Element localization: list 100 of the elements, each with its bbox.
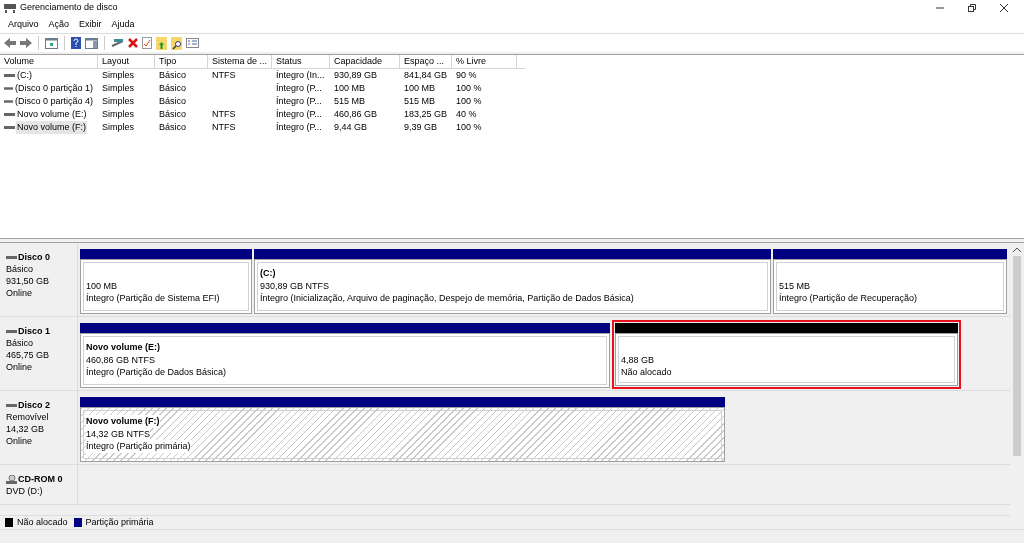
scroll-up-icon[interactable] <box>1013 247 1021 252</box>
table-cell-text: Simples <box>102 94 134 108</box>
app-icon <box>4 3 16 13</box>
disk-name: CD-ROM 0 <box>18 473 63 485</box>
help-icon[interactable] <box>71 37 81 49</box>
table-cell[interactable]: (C:) <box>16 68 33 83</box>
table-cell-text: 930,89 GB <box>334 68 378 82</box>
restore-icon[interactable] <box>968 4 976 12</box>
table-cell-text: 100 MB <box>404 81 436 95</box>
table-cell-text: 9,44 GB <box>334 120 368 134</box>
table-cell[interactable]: Novo volume (F:) <box>16 120 88 135</box>
table-cell-text: 100 MB <box>334 81 366 95</box>
table-cell-text: Íntegro (P... <box>276 81 322 95</box>
table-cell-text: Simples <box>102 107 134 121</box>
partition-info: Íntegro (Partição primária) <box>86 440 191 453</box>
table-cell-text: 100 % <box>456 120 482 134</box>
table-cell[interactable]: (Disco 0 partição 1) <box>13 81 94 96</box>
menu-item[interactable]: Ajuda <box>111 17 135 32</box>
close-icon[interactable] <box>1000 4 1008 12</box>
volume-icon <box>4 71 15 80</box>
disk-info: Básico <box>6 337 34 349</box>
disk-info: Básico <box>6 263 34 275</box>
volume-icon <box>4 123 15 132</box>
cd-drive-icon <box>6 474 17 484</box>
table-cell-text: Íntegro (In... <box>276 68 325 82</box>
table-cell-text: 515 MB <box>334 94 366 108</box>
table-cell-text: Básico <box>159 120 186 134</box>
table-cell-text: Básico <box>159 94 186 108</box>
partition-info: Íntegro (Partição de Dados Básica) <box>86 366 227 379</box>
folder-up-icon[interactable] <box>156 36 167 50</box>
column-header[interactable]: Volume <box>0 55 98 69</box>
table-cell-text: 460,86 GB <box>334 107 378 121</box>
volume-icon <box>4 110 15 119</box>
disk-info: Online <box>6 287 33 299</box>
partition-info: 460,86 GB NTFS <box>86 353 156 366</box>
table-cell-text: Íntegro (P... <box>276 94 322 108</box>
scroll-thumb[interactable] <box>1013 256 1021 456</box>
disk-name: Disco 2 <box>18 399 50 411</box>
partition-info: Não alocado <box>621 366 672 379</box>
column-header[interactable]: Status <box>272 55 330 69</box>
action-pane-icon[interactable] <box>85 37 98 49</box>
disk-name: Disco 1 <box>18 325 50 337</box>
minimize-icon[interactable] <box>936 4 944 12</box>
column-header[interactable]: Espaço ... <box>400 55 452 69</box>
disk-info: Online <box>6 361 33 373</box>
column-header[interactable]: Tipo <box>155 55 208 69</box>
table-cell-text: 100 % <box>456 81 482 95</box>
table-cell[interactable]: Novo volume (E:) <box>16 107 88 122</box>
disk-info: 14,32 GB <box>6 423 46 435</box>
volume-title: Novo volume (F:) <box>86 415 160 428</box>
partition-info: Íntegro (Inicialização, Arquivo de paginação, Despejo de memória, Partição de Dados Básica) <box>260 292 634 305</box>
table-cell-text: Básico <box>159 68 186 82</box>
forward-icon[interactable] <box>20 38 32 48</box>
disk-info: Removível <box>6 411 50 423</box>
partition-info: Íntegro (Partição de Recuperação) <box>779 292 918 305</box>
table-cell-text: 100 % <box>456 94 482 108</box>
table-cell-text: 9,39 GB <box>404 120 438 134</box>
disk-info: DVD (D:) <box>6 485 44 497</box>
table-cell[interactable]: (Disco 0 partição 4) <box>13 94 94 109</box>
table-cell-text: 515 MB <box>404 94 436 108</box>
disk-info: Online <box>6 435 33 447</box>
table-cell-text: Íntegro (P... <box>276 120 322 134</box>
column-header[interactable]: Sistema de ... <box>208 55 272 69</box>
window-title: Gerenciamento de disco <box>20 1 118 15</box>
partition-info: 4,88 GB <box>621 353 655 366</box>
table-cell-text: Simples <box>102 120 134 134</box>
legend-label: Não alocado <box>17 515 68 529</box>
back-icon[interactable] <box>4 38 16 48</box>
table-cell-text: Simples <box>102 68 134 82</box>
table-cell-text: Básico <box>159 107 186 121</box>
table-cell-text: NTFS <box>212 68 236 82</box>
table-cell-text: Simples <box>102 81 134 95</box>
volume-title: (C:) <box>260 267 276 280</box>
legend-label: Partição primária <box>85 515 154 529</box>
table-cell-text: 183,25 GB <box>404 107 448 121</box>
console-tree-icon[interactable] <box>45 37 58 49</box>
list-icon[interactable] <box>186 38 199 48</box>
table-cell-text: Básico <box>159 81 186 95</box>
disk-info: 465,75 GB <box>6 349 51 361</box>
document-check-icon[interactable] <box>142 37 152 49</box>
partition-info: 100 MB <box>86 279 118 292</box>
table-cell-text: NTFS <box>212 107 236 121</box>
table-cell-text: Íntegro (P... <box>276 107 322 121</box>
table-cell-text: 90 % <box>456 68 477 82</box>
menu-item[interactable]: Arquivo <box>8 17 39 32</box>
table-cell-text: 841,84 GB <box>404 68 448 82</box>
menu-item[interactable]: Ação <box>48 17 70 32</box>
column-header[interactable]: % Livre <box>452 55 517 69</box>
column-header[interactable]: Capacidade <box>330 55 400 69</box>
partition-info: Íntegro (Partição de Sistema EFI) <box>86 292 220 305</box>
column-header[interactable]: Layout <box>98 55 155 69</box>
partition-info: 930,89 GB NTFS <box>260 279 330 292</box>
folder-search-icon[interactable] <box>171 36 182 50</box>
delete-icon[interactable] <box>128 38 138 48</box>
menu-item[interactable]: Exibir <box>79 17 102 32</box>
disk-name: Disco 0 <box>18 251 50 263</box>
partition-info: 515 MB <box>779 279 811 292</box>
table-cell-text: 40 % <box>456 107 477 121</box>
table-cell-text: NTFS <box>212 120 236 134</box>
drive-icon[interactable] <box>111 38 124 48</box>
